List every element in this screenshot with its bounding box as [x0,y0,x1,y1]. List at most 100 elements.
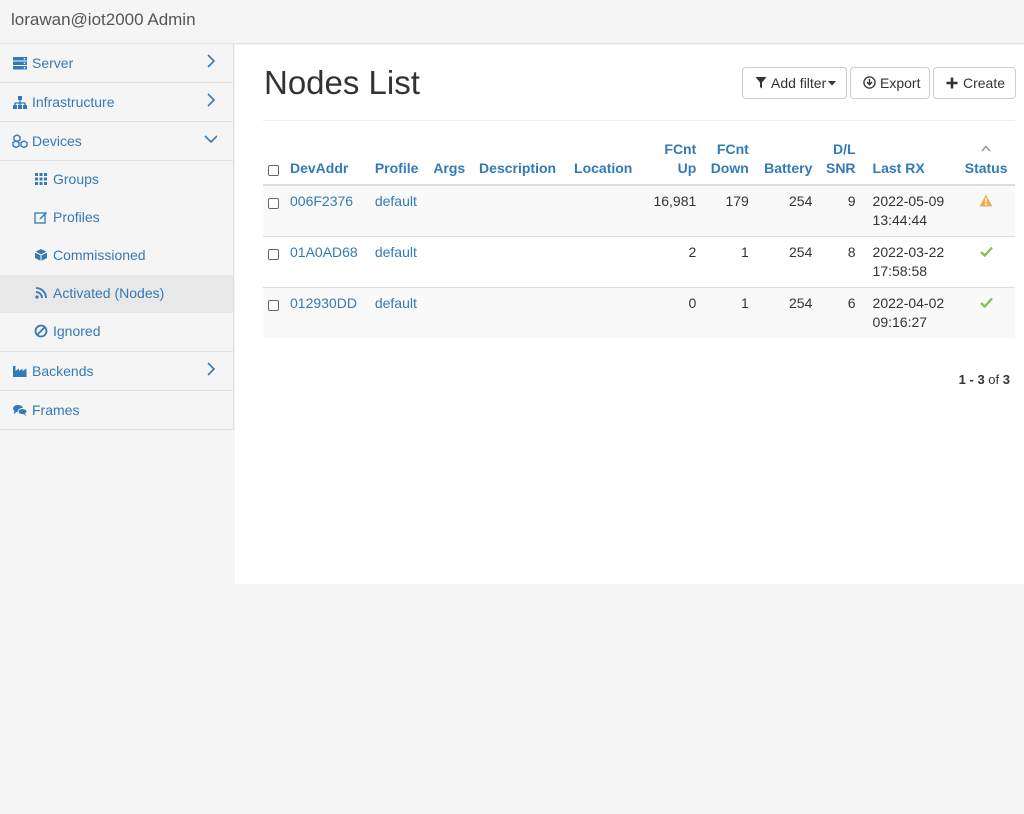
sidebar-item-label: Ignored [53,323,101,339]
sidebar-item-server[interactable]: Server [0,44,233,83]
sidebar-item-groups[interactable]: Groups [0,161,233,199]
sidebar-item-frames[interactable]: Frames [0,391,233,430]
row-checkbox[interactable] [268,299,279,311]
export-button[interactable]: Export [850,67,930,99]
table-row[interactable]: 006F2376 default 16,981 179 254 9 2022-0… [263,184,1015,237]
column-fcnt-up[interactable]: FCnt Up [643,136,702,186]
create-button[interactable]: Create [933,67,1016,99]
fcnt-up-cell: 0 [643,287,702,338]
caret-down-icon [828,81,836,86]
column-description[interactable]: Description [474,136,570,186]
pagination-info: 1 - 3 of 3 [959,372,1010,387]
download-icon [863,76,876,89]
sidebar-item-label: Backends [32,363,94,379]
column-devaddr[interactable]: DevAddr [285,136,370,186]
column-last-rx[interactable]: Last RX [860,136,958,186]
column-label: Status [964,160,1008,176]
nodes-table: DevAddr Profile Args Description Locatio… [263,136,1015,338]
sidebar-item-label: Profiles [53,209,100,225]
column-label: Down [710,160,749,176]
location-cell [569,287,644,338]
devaddr-link[interactable]: 006F2376 [285,184,370,237]
row-checkbox[interactable] [268,197,279,209]
sidebar-item-label: Groups [53,171,99,187]
fcnt-down-cell: 1 [701,236,754,288]
sidebar: Server Infrastructure Devices Groups Pro… [0,44,234,430]
dl-snr-cell: 9 [817,184,861,237]
last-rx-time: 13:44:44 [872,212,928,228]
create-label: Create [963,75,1006,91]
comments-icon [13,405,28,416]
battery-cell: 254 [753,287,818,338]
filter-icon [755,77,767,89]
column-dl-snr[interactable]: D/L SNR [817,136,861,186]
battery-cell: 254 [753,184,818,237]
sidebar-item-label: Server [32,55,74,71]
profile-link[interactable]: default [369,287,429,338]
description-cell [474,184,570,237]
devices-submenu: Groups Profiles Commissioned Activated (… [0,161,233,352]
devaddr-link[interactable]: 01A0AD68 [285,236,370,288]
location-cell [569,184,644,237]
column-profile[interactable]: Profile [369,136,429,186]
sidebar-item-activated[interactable]: Activated (Nodes) [0,275,233,313]
industry-icon [13,366,27,377]
sidebar-item-label: Infrastructure [32,94,115,110]
args-cell [428,287,475,338]
check-icon [979,246,993,258]
sidebar-item-ignored[interactable]: Ignored [0,313,233,351]
row-select-cell [263,184,285,237]
fcnt-up-cell: 2 [643,236,702,288]
last-rx-cell: 2022-04-02 09:16:27 [860,287,958,338]
last-rx-cell: 2022-05-09 13:44:44 [860,184,958,237]
column-label: SNR [825,160,856,176]
profile-link[interactable]: default [369,236,429,288]
sidebar-item-profiles[interactable]: Profiles [0,199,233,237]
profile-link[interactable]: default [369,184,429,237]
table-header-row: DevAddr Profile Args Description Locatio… [263,136,1015,186]
main-content: Nodes List Add filter Export Create DevA… [235,45,1024,584]
sidebar-item-commissioned[interactable]: Commissioned [0,237,233,275]
select-all-cell [263,136,285,186]
chevron-right-icon [207,54,216,68]
battery-cell: 254 [753,236,818,288]
sidebar-item-label: Activated (Nodes) [53,285,165,301]
column-args[interactable]: Args [428,136,475,186]
sort-up-icon [981,145,991,152]
devaddr-link[interactable]: 012930DD [285,287,370,338]
add-filter-button[interactable]: Add filter [742,67,847,99]
table-row[interactable]: 012930DD default 0 1 254 6 2022-04-02 09:… [263,287,1015,338]
last-rx-date: 2022-05-09 [872,193,945,209]
column-label: FCnt [664,141,697,157]
row-select-cell [263,236,285,288]
status-cell [957,184,1015,237]
status-cell [957,287,1015,338]
dl-snr-cell: 6 [817,287,861,338]
sidebar-item-backends[interactable]: Backends [0,352,233,391]
column-location[interactable]: Location [569,136,644,186]
column-label: FCnt [716,141,749,157]
column-status[interactable]: Status [957,136,1015,186]
sidebar-item-infrastructure[interactable]: Infrastructure [0,83,233,122]
last-rx-date: 2022-03-22 [872,244,945,260]
sidebar-item-devices[interactable]: Devices [0,122,233,161]
grid-icon [35,173,47,185]
table-row[interactable]: 01A0AD68 default 2 1 254 8 2022-03-22 17:… [263,236,1015,288]
column-fcnt-down[interactable]: FCnt Down [701,136,754,186]
app-title[interactable]: lorawan@iot2000 Admin [11,10,196,30]
pagination-of: of [988,372,1000,387]
cubes-icon [12,134,28,149]
page-title: Nodes List [264,64,420,101]
sidebar-item-label: Devices [32,133,82,149]
description-cell [474,287,570,338]
column-battery[interactable]: Battery [753,136,818,186]
server-icon [13,57,27,70]
title-divider [263,120,1015,121]
cube-icon [34,249,48,261]
plus-icon [946,77,958,89]
status-cell [957,236,1015,288]
select-all-checkbox[interactable] [268,164,279,176]
fcnt-down-cell: 1 [701,287,754,338]
row-checkbox[interactable] [268,248,279,260]
pagination-total: 3 [1002,372,1010,387]
